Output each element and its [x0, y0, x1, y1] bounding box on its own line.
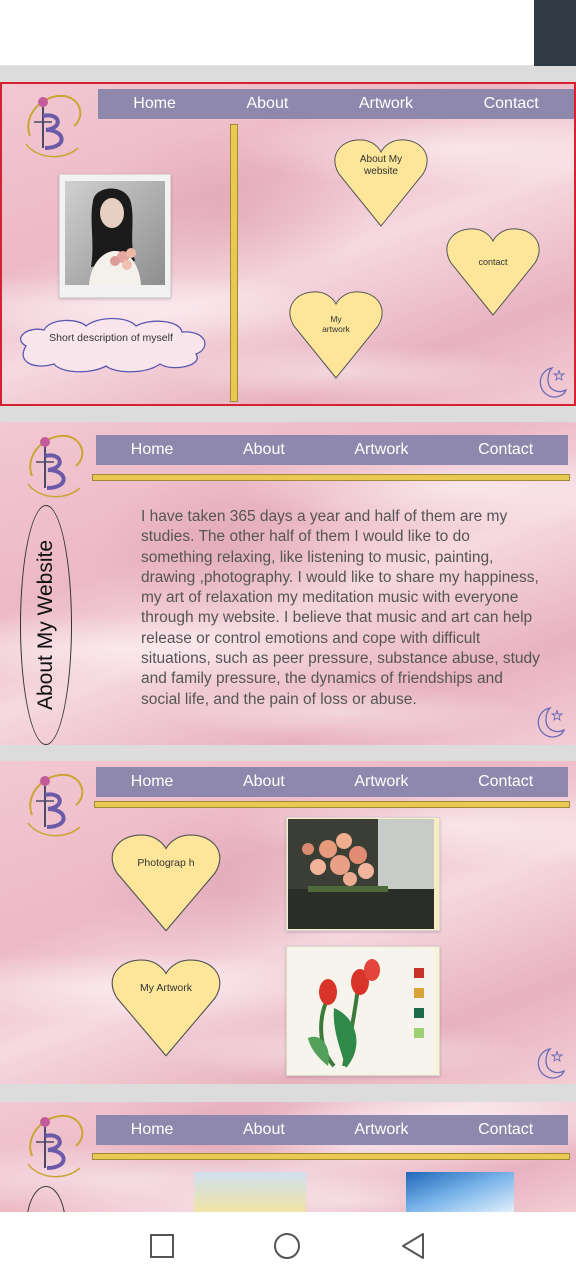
slide-gap — [0, 406, 576, 422]
slide-gap — [0, 745, 576, 761]
flowers-photo[interactable] — [286, 817, 440, 931]
nav-bar: Home About Artwork Contact — [98, 89, 574, 119]
nav-about[interactable]: About — [243, 1121, 285, 1139]
nav-artwork[interactable]: Artwork — [354, 1121, 408, 1139]
slide-artwork[interactable]: Home About Artwork Contact Photograp h M… — [0, 761, 576, 1084]
nav-contact[interactable]: Contact — [478, 441, 533, 459]
b-monogram-logo — [27, 434, 84, 498]
heart-label: My artwork — [322, 314, 350, 334]
nav-about[interactable]: About — [246, 95, 288, 113]
slide-artwork-gallery[interactable]: Home About Artwork Contact — [0, 1102, 576, 1212]
about-title: About My Website — [34, 539, 57, 711]
nav-home[interactable]: Home — [131, 441, 174, 459]
heart-my-artwork[interactable]: My Artwork — [110, 958, 222, 1058]
profile-photo — [59, 174, 171, 298]
nav-home[interactable]: Home — [133, 95, 176, 113]
slide-home[interactable]: Home About Artwork Contact Short descrip… — [0, 82, 576, 406]
heart-shape — [111, 959, 221, 1057]
nav-artwork[interactable]: Artwork — [359, 95, 413, 113]
b-monogram-logo — [27, 773, 84, 837]
b-monogram-logo — [27, 1114, 84, 1178]
square-icon[interactable] — [149, 1233, 175, 1259]
nav-home[interactable]: Home — [131, 1121, 174, 1139]
back-triangle-icon[interactable] — [399, 1231, 427, 1261]
slide-gap — [0, 66, 576, 82]
flowers-image — [288, 819, 434, 929]
tabs-button[interactable] — [534, 0, 576, 66]
heart-label: About My website — [359, 154, 403, 177]
gallery-image-1[interactable] — [194, 1172, 306, 1212]
nav-bar: Home About Artwork Contact — [96, 435, 568, 465]
crescent-moon-icon — [537, 707, 566, 738]
heart-shape — [446, 228, 540, 316]
cloud-shape — [20, 317, 206, 373]
slide-about[interactable]: Home About Artwork Contact About My Webs… — [0, 422, 576, 745]
system-nav-bar — [0, 1212, 576, 1280]
gold-divider — [92, 1153, 570, 1160]
nav-bar: Home About Artwork Contact — [96, 1115, 568, 1145]
heart-label: My Artwork — [140, 982, 192, 994]
status-bar — [0, 0, 576, 66]
tulips-image — [288, 948, 434, 1074]
circle-icon[interactable] — [272, 1231, 302, 1261]
nav-home[interactable]: Home — [131, 773, 174, 791]
heart-about-my-website[interactable]: About My website — [333, 138, 429, 228]
heart-shape — [111, 834, 221, 932]
heart-shape — [289, 291, 383, 379]
heart-shape — [334, 139, 428, 227]
heart-label: contact — [478, 257, 508, 267]
heart-contact[interactable]: contact — [445, 227, 541, 317]
portrait-image — [65, 181, 165, 285]
title-oval-partial — [26, 1186, 66, 1212]
nav-artwork[interactable]: Artwork — [354, 441, 408, 459]
gold-divider — [92, 474, 570, 481]
heart-photography[interactable]: Photograp h — [110, 833, 222, 933]
heart-my-artwork[interactable]: My artwork — [288, 290, 384, 380]
nav-artwork[interactable]: Artwork — [354, 773, 408, 791]
description-text: Short description of myself — [49, 332, 173, 344]
crescent-moon-icon — [537, 1048, 566, 1079]
heart-label: Photograp h — [137, 857, 195, 869]
gallery-image-2[interactable] — [406, 1172, 514, 1212]
nav-contact[interactable]: Contact — [484, 95, 539, 113]
nav-bar: Home About Artwork Contact — [96, 767, 568, 797]
slide-gap — [0, 1084, 576, 1102]
gold-divider — [94, 801, 570, 808]
about-paragraph: I have taken 365 days a year and half of… — [141, 508, 540, 708]
gold-divider — [230, 124, 238, 402]
description-cloud: Short description of myself — [12, 316, 210, 374]
nav-about[interactable]: About — [243, 773, 285, 791]
nav-contact[interactable]: Contact — [478, 773, 533, 791]
tulips-painting[interactable] — [286, 946, 440, 1076]
b-monogram-logo — [25, 94, 82, 158]
nav-contact[interactable]: Contact — [478, 1121, 533, 1139]
crescent-moon-icon — [539, 367, 568, 398]
about-title-oval: About My Website — [20, 505, 72, 745]
nav-about[interactable]: About — [243, 441, 285, 459]
